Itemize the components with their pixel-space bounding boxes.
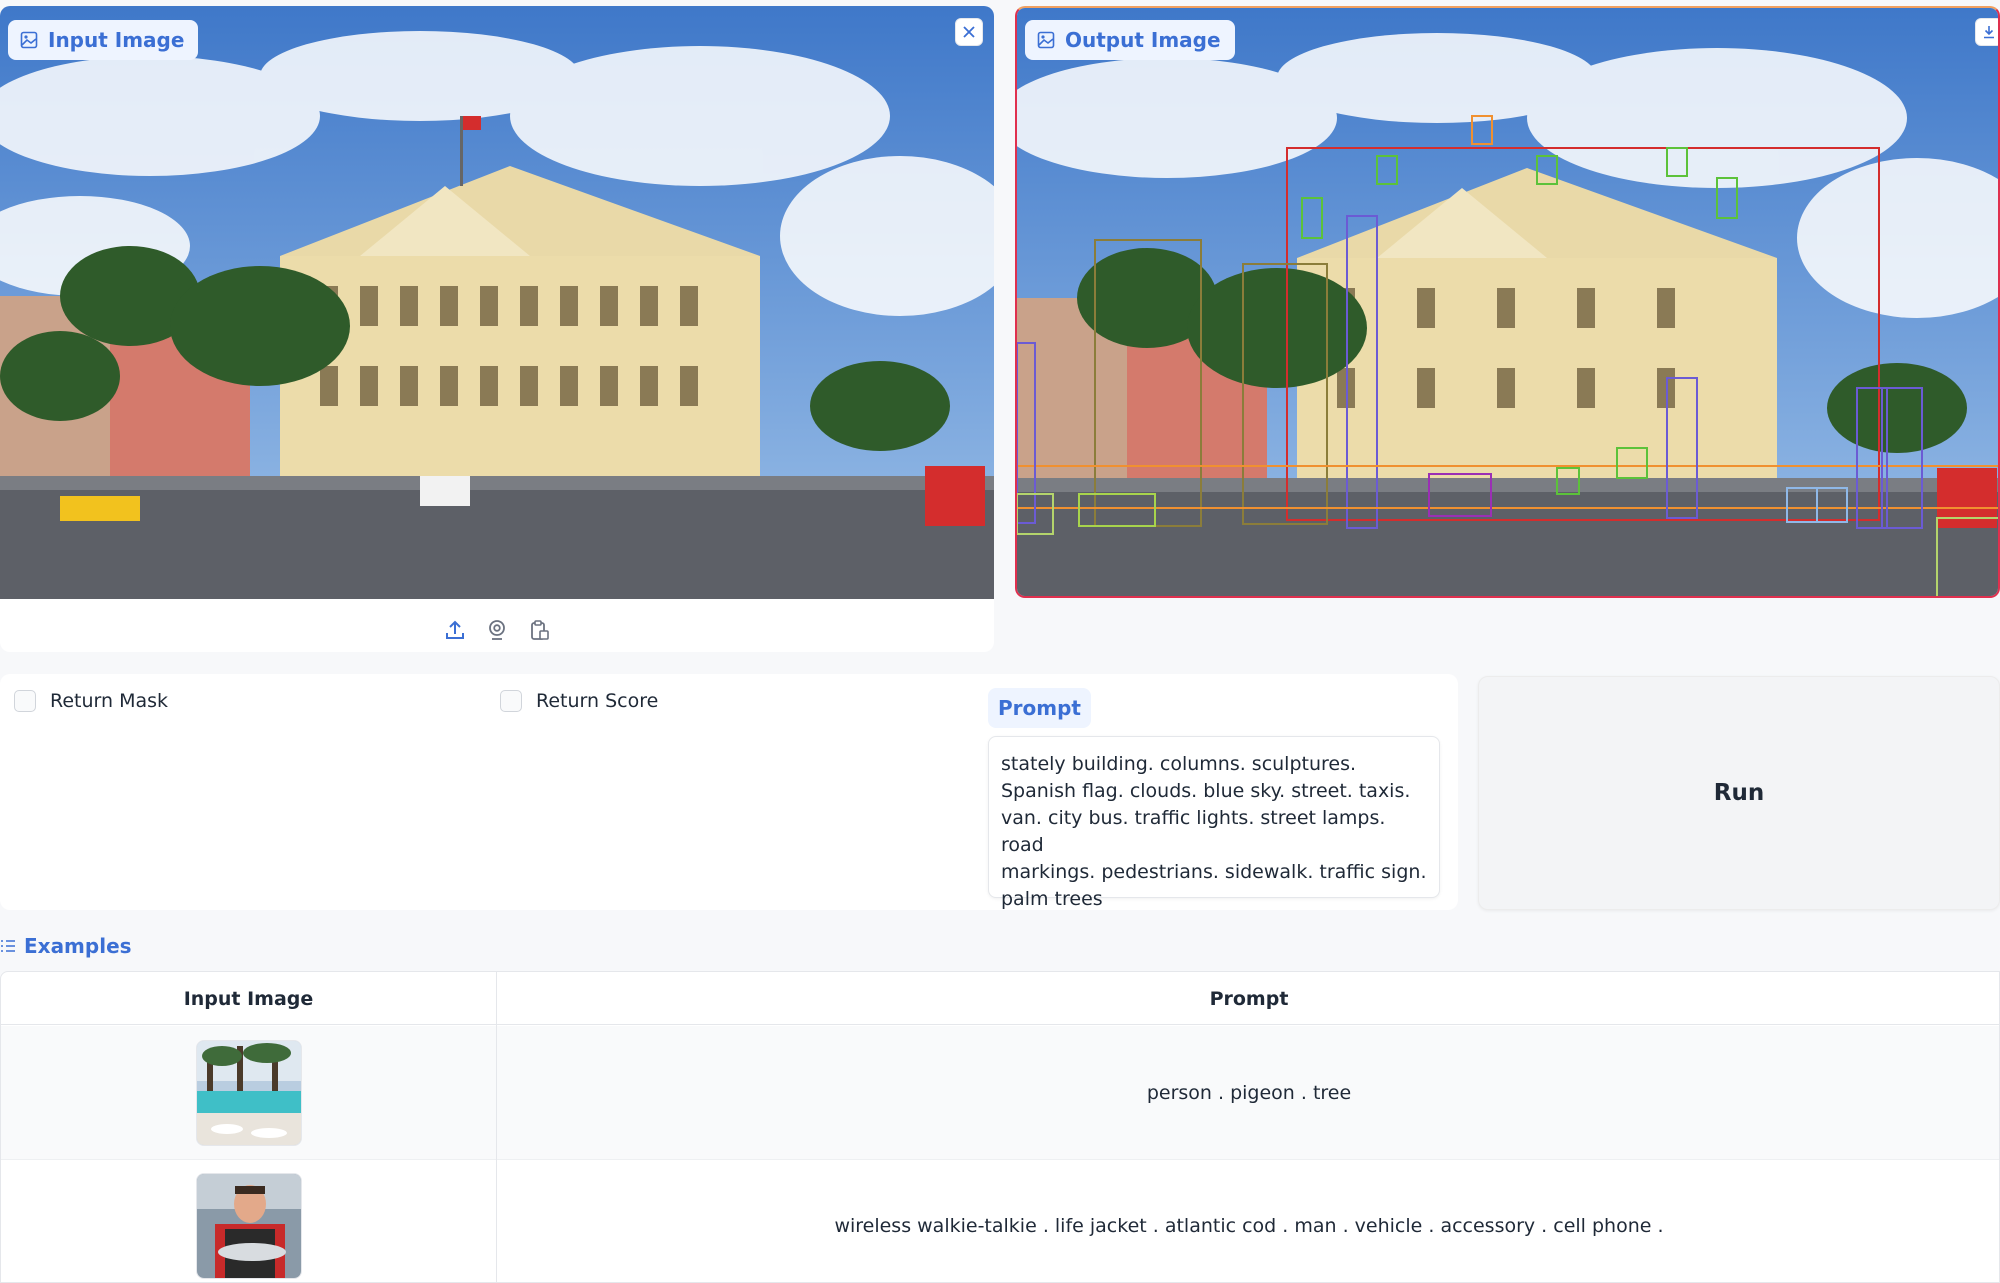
example-row[interactable]: person . pigeon . tree xyxy=(1,1026,1999,1159)
return-score-label: Return Score xyxy=(536,690,659,712)
output-image-label-text: Output Image xyxy=(1065,28,1221,52)
image-icon xyxy=(1037,31,1055,49)
examples-header: Examples xyxy=(0,934,132,958)
examples-table: Input Image Prompt person . pigeon . tre… xyxy=(0,971,2000,1283)
download-button[interactable] xyxy=(1975,18,1998,46)
example-thumbnail-cell xyxy=(1,1026,496,1159)
example-thumbnail[interactable] xyxy=(195,1039,302,1146)
upload-icon xyxy=(446,620,464,639)
input-image-label: Input Image xyxy=(8,20,199,60)
example-thumbnail-cell xyxy=(1,1160,496,1282)
clipboard-icon xyxy=(531,620,549,640)
close-icon xyxy=(963,26,975,38)
download-icon xyxy=(1984,26,1994,39)
image-icon xyxy=(20,31,38,49)
output-image-panel: Output Image xyxy=(1015,6,2000,598)
return-mask-label: Return Mask xyxy=(50,690,169,712)
upload-button[interactable] xyxy=(443,618,467,642)
paste-clipboard-button[interactable] xyxy=(527,618,551,642)
return-mask-option[interactable]: Return Mask xyxy=(14,690,168,712)
examples-title: Examples xyxy=(24,934,132,958)
output-image-label: Output Image xyxy=(1025,20,1235,60)
input-source-toolbar xyxy=(0,618,994,642)
example-prompt-cell: person . pigeon . tree xyxy=(1146,1081,1352,1104)
list-icon xyxy=(1,940,15,952)
return-mask-checkbox[interactable] xyxy=(14,690,36,712)
column-divider xyxy=(496,972,497,1282)
example-thumbnail[interactable] xyxy=(195,1173,302,1279)
input-image-panel[interactable]: Input Image xyxy=(0,6,994,652)
run-button[interactable]: Run xyxy=(1478,676,2000,910)
fisherman-thumbnail-image xyxy=(196,1174,301,1278)
example-prompt-cell: wireless walkie-talkie . life jacket . a… xyxy=(834,1215,1664,1237)
example-row[interactable]: wireless walkie-talkie . life jacket . a… xyxy=(1,1159,1999,1282)
prompt-label: Prompt xyxy=(988,688,1091,728)
column-header-input-image: Input Image xyxy=(183,987,314,1010)
webcam-icon xyxy=(489,620,505,640)
input-photo xyxy=(0,6,994,599)
column-header-prompt: Prompt xyxy=(1209,987,1289,1010)
input-image-label-text: Input Image xyxy=(48,28,185,52)
return-score-checkbox[interactable] xyxy=(500,690,522,712)
return-score-option[interactable]: Return Score xyxy=(500,690,658,712)
webcam-button[interactable] xyxy=(485,618,509,642)
pool-thumbnail-image xyxy=(196,1040,301,1145)
clear-image-button[interactable] xyxy=(955,18,983,46)
run-button-label: Run xyxy=(1713,780,1765,806)
prompt-textarea[interactable]: stately building. columns. sculptures. S… xyxy=(988,736,1440,910)
output-photo xyxy=(1017,8,1998,596)
examples-header-row: Input Image Prompt xyxy=(1,972,1999,1025)
